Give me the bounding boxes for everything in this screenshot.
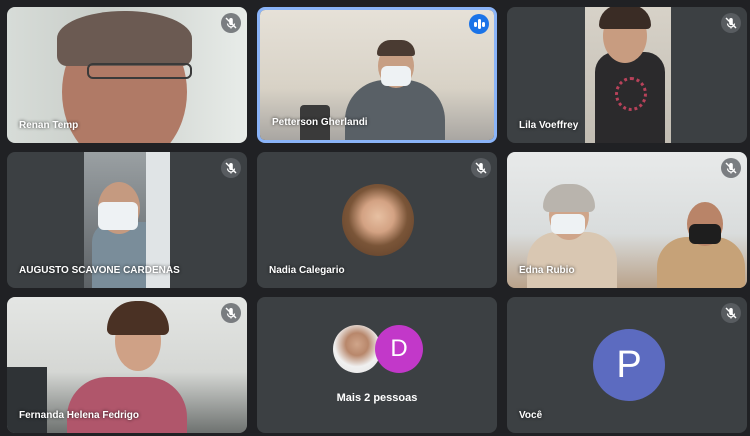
participant-tile[interactable]: Nadia Calegario (257, 152, 497, 288)
participant-name: AUGUSTO SCAVONE CARDENAS (19, 265, 180, 276)
participant-name: Petterson Gherlandi (272, 117, 368, 128)
mic-off-icon (221, 303, 241, 323)
participant-avatar: D (375, 325, 423, 373)
participant-video (585, 7, 671, 143)
participant-tile[interactable]: Lila Voeffrey (507, 7, 747, 143)
participant-tile[interactable]: AUGUSTO SCAVONE CARDENAS (7, 152, 247, 288)
participant-name: Você (519, 410, 543, 421)
mic-off-icon (721, 13, 741, 33)
participant-name: Renan Temp (19, 120, 79, 131)
face-mask (98, 202, 138, 230)
participant-avatar: P (593, 329, 665, 401)
face-mask (551, 214, 585, 234)
participant-tile[interactable]: Edna Rubio (507, 152, 747, 288)
participant-tile[interactable]: Petterson Gherlandi (257, 7, 497, 143)
participant-tile[interactable]: Renan Temp (7, 7, 247, 143)
participant-name: Lila Voeffrey (519, 120, 579, 131)
others-tile[interactable]: D Mais 2 pessoas (257, 297, 497, 433)
mic-off-icon (471, 158, 491, 178)
more-participants-label: Mais 2 pessoas (336, 392, 418, 404)
mic-off-icon (721, 303, 741, 323)
participant-name: Fernanda Helena Fedrigo (19, 410, 140, 421)
self-tile[interactable]: P Você (507, 297, 747, 433)
participant-avatar (342, 184, 414, 256)
mic-off-icon (721, 158, 741, 178)
participant-name: Edna Rubio (519, 265, 575, 276)
face-mask (381, 66, 411, 86)
audio-level-icon (469, 14, 489, 34)
participant-name: Nadia Calegario (269, 265, 345, 276)
mic-off-icon (221, 158, 241, 178)
mic-off-icon (221, 13, 241, 33)
participant-avatar (333, 325, 381, 373)
participant-tile[interactable]: Fernanda Helena Fedrigo (7, 297, 247, 433)
